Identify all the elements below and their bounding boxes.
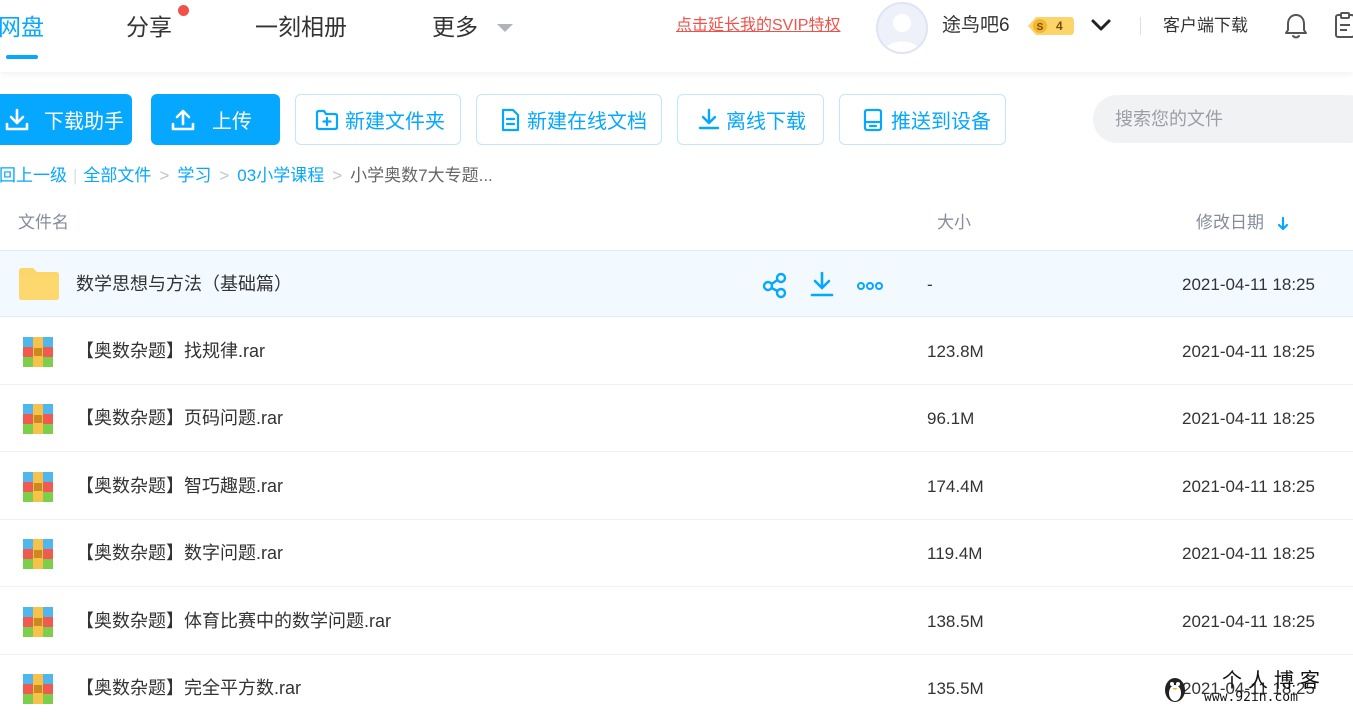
breadcrumb-separator: > <box>159 166 170 185</box>
top-nav: 网盘 分享 一刻相册 更多 点击延长我的SVIP特权 途鸟吧6 S 4 客户端下… <box>0 0 1353 72</box>
breadcrumb-all-files[interactable]: 全部文件 <box>83 164 151 188</box>
rar-archive-icon <box>23 607 53 637</box>
more-options-icon[interactable] <box>856 271 884 299</box>
file-name[interactable]: 【奥数杂题】完全平方数.rar <box>76 655 301 722</box>
file-name[interactable]: 【奥数杂题】数字问题.rar <box>76 520 283 587</box>
bell-icon[interactable] <box>1283 12 1309 40</box>
new-online-doc-label: 新建在线文档 <box>527 111 647 133</box>
table-row[interactable]: 【奥数杂题】页码问题.rar 96.1M 2021-04-11 18:25 <box>0 385 1353 452</box>
download-helper-button[interactable]: 下载助手 <box>0 94 132 145</box>
breadcrumb-current: 小学奥数7大专题... <box>350 166 493 185</box>
new-folder-icon <box>315 109 339 130</box>
offline-download-icon <box>698 108 720 129</box>
file-modified-date: 2021-04-11 18:25 <box>1182 544 1315 563</box>
divider <box>1140 17 1141 35</box>
rar-archive-icon <box>23 472 53 502</box>
tab-share[interactable]: 分享 <box>126 10 172 44</box>
rar-archive-icon <box>23 539 53 569</box>
table-row[interactable]: 【奥数杂题】数字问题.rar 119.4M 2021-04-11 18:25 <box>0 520 1353 587</box>
penguin-logo-icon <box>1165 678 1185 702</box>
breadcrumb-study[interactable]: 学习 <box>177 164 211 188</box>
new-folder-button[interactable]: 新建文件夹 <box>295 94 461 145</box>
file-modified-date: 2021-04-11 18:25 <box>1182 342 1315 361</box>
file-name[interactable]: 【奥数杂题】体育比赛中的数学问题.rar <box>76 588 391 655</box>
vip-level-badge[interactable]: S 4 <box>1026 15 1076 37</box>
file-size: 123.8M <box>927 342 984 361</box>
clipboard-icon[interactable] <box>1334 11 1353 39</box>
file-modified-date: 2021-04-11 18:25 <box>1182 409 1315 428</box>
tab-netdisk[interactable]: 网盘 <box>0 10 44 44</box>
vip-badge-icon: S <box>1028 17 1074 35</box>
sort-desc-icon[interactable] <box>1276 215 1290 233</box>
chevron-down-icon[interactable] <box>497 24 513 32</box>
document-icon <box>501 108 520 131</box>
client-download-link[interactable]: 客户端下载 <box>1163 14 1248 38</box>
file-name[interactable]: 【奥数杂题】找规律.rar <box>76 318 265 385</box>
upload-label: 上传 <box>212 111 252 133</box>
file-name[interactable]: 数学思想与方法（基础篇） <box>76 251 292 318</box>
rar-archive-icon <box>23 337 53 367</box>
column-header-name[interactable]: 文件名 <box>18 210 69 236</box>
watermark: 个人博客 www.92in.com <box>1160 668 1353 711</box>
breadcrumb-divider: | <box>73 166 78 185</box>
active-tab-indicator <box>6 55 38 59</box>
breadcrumb-separator: > <box>332 166 343 185</box>
push-to-device-label: 推送到设备 <box>891 111 991 133</box>
download-helper-label: 下载助手 <box>44 111 124 133</box>
file-modified-date: 2021-04-11 18:25 <box>1182 477 1315 496</box>
table-row[interactable]: 【奥数杂题】体育比赛中的数学问题.rar 138.5M 2021-04-11 1… <box>0 588 1353 655</box>
file-size: - <box>927 275 933 294</box>
svg-text:S: S <box>1037 22 1044 33</box>
column-header-size[interactable]: 大小 <box>937 210 971 236</box>
table-row[interactable]: 数学思想与方法（基础篇） - 2021-04-11 18:25 <box>0 250 1353 317</box>
table-row[interactable]: 【奥数杂题】完全平方数.rar 135.5M 2021-04-11 18:25 <box>0 655 1353 722</box>
avatar[interactable] <box>876 2 928 54</box>
table-row[interactable]: 【奥数杂题】找规律.rar 123.8M 2021-04-11 18:25 <box>0 318 1353 385</box>
file-size: 174.4M <box>927 477 984 496</box>
share-icon[interactable] <box>762 271 788 299</box>
search-input[interactable] <box>1093 95 1353 143</box>
breadcrumb-primary-course[interactable]: 03小学课程 <box>237 164 324 188</box>
push-to-device-button[interactable]: 推送到设备 <box>839 94 1006 145</box>
back-link[interactable]: 返回上一级 <box>0 166 67 185</box>
svip-renew-link[interactable]: 点击延长我的SVIP特权 <box>676 15 840 37</box>
offline-download-label: 离线下载 <box>726 111 806 133</box>
file-name[interactable]: 【奥数杂题】页码问题.rar <box>76 385 283 452</box>
table-row[interactable]: 【奥数杂题】智巧趣题.rar 174.4M 2021-04-11 18:25 <box>0 453 1353 520</box>
file-size: 96.1M <box>927 409 975 428</box>
file-size: 138.5M <box>927 612 984 631</box>
upload-icon <box>171 109 195 130</box>
file-modified-date: 2021-04-11 18:25 <box>1182 275 1315 294</box>
file-modified-date: 2021-04-11 18:25 <box>1182 612 1315 631</box>
tab-more[interactable]: 更多 <box>432 10 478 44</box>
file-size: 119.4M <box>927 544 983 563</box>
upload-button[interactable]: 上传 <box>151 94 280 145</box>
download-icon[interactable] <box>809 271 835 299</box>
download-icon <box>5 108 29 130</box>
user-icon <box>878 4 926 52</box>
notification-dot <box>178 5 189 16</box>
folder-icon <box>19 268 59 300</box>
tab-album[interactable]: 一刻相册 <box>255 10 347 44</box>
breadcrumb: 返回上一级 | 全部文件 > 学习 > 03小学课程 > 小学奥数7大专题... <box>0 164 493 188</box>
device-icon <box>863 108 883 131</box>
offline-download-button[interactable]: 离线下载 <box>677 94 824 145</box>
vip-level-number: 4 <box>1056 19 1063 33</box>
column-header-modified[interactable]: 修改日期 <box>1196 210 1264 236</box>
watermark-url: www.92in.com <box>1204 690 1298 705</box>
breadcrumb-separator: > <box>219 166 230 185</box>
chevron-down-icon[interactable] <box>1090 16 1112 34</box>
rar-archive-icon <box>23 404 53 434</box>
new-folder-label: 新建文件夹 <box>345 111 445 133</box>
file-size: 135.5M <box>927 679 984 698</box>
new-online-doc-button[interactable]: 新建在线文档 <box>476 94 662 145</box>
back-link-wrapper: 返回上一级 <box>0 164 67 188</box>
file-name[interactable]: 【奥数杂题】智巧趣题.rar <box>76 453 283 520</box>
username[interactable]: 途鸟吧6 <box>942 12 1010 40</box>
rar-archive-icon <box>23 674 53 704</box>
